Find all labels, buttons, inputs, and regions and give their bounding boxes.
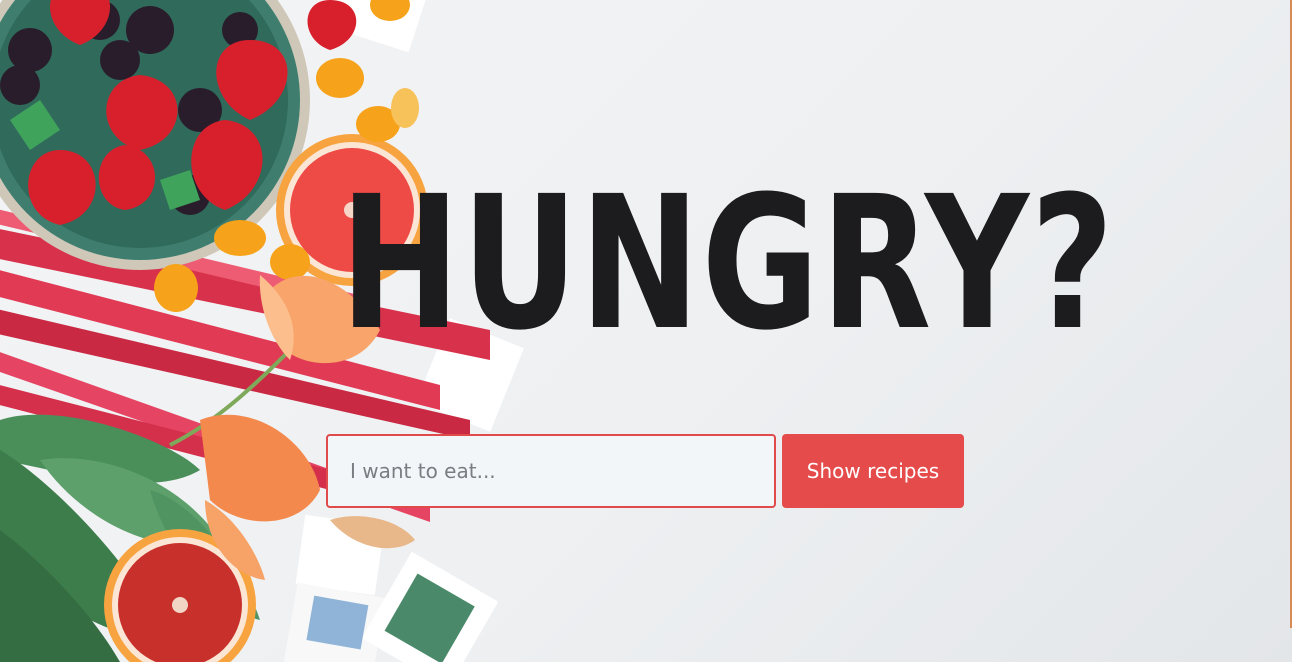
recipe-search-form: Show recipes (326, 434, 964, 508)
hero-headline: HUNGRY? (340, 157, 1116, 371)
search-input[interactable] (326, 434, 776, 508)
show-recipes-button[interactable]: Show recipes (782, 434, 964, 508)
